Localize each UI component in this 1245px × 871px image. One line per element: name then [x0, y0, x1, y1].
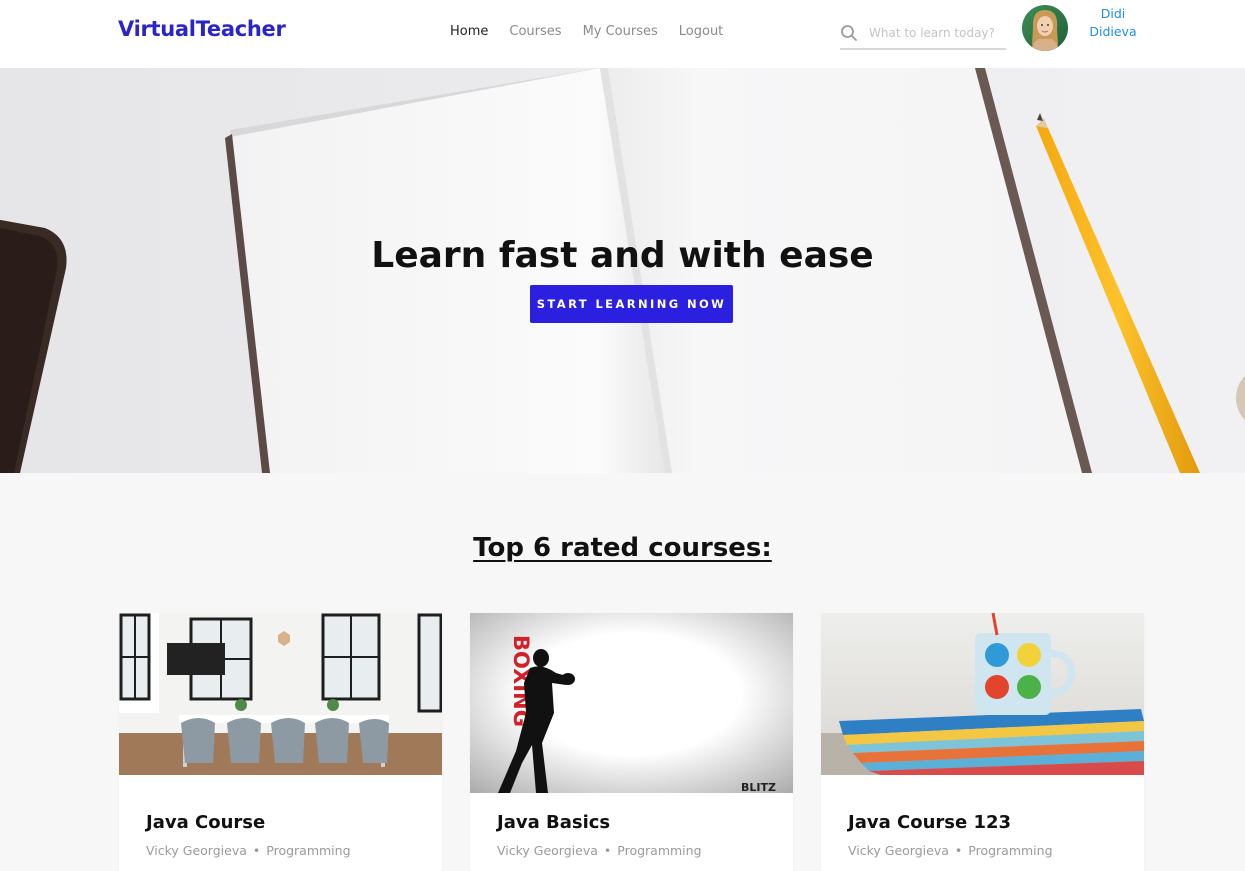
course-teacher: Vicky Georgieva [146, 843, 247, 858]
course-category: Programming [968, 843, 1053, 858]
hero-title: Learn fast and with ease [371, 235, 874, 276]
section-title: Top 6 rated courses: [0, 533, 1245, 563]
search-input[interactable] [869, 23, 1006, 43]
nav-logout-link[interactable]: Logout [679, 24, 724, 39]
start-learning-button[interactable]: START LEARNING NOW [530, 285, 733, 323]
course-thumbnail[interactable]: BOXING BLITZ [470, 613, 793, 793]
course-card[interactable]: BOXING BLITZ Java Basics Vicky Georgieva… [470, 613, 793, 871]
user-last-name: Didieva [1089, 24, 1137, 39]
course-thumbnail[interactable] [821, 613, 1144, 775]
course-card[interactable]: Java Course Vicky Georgieva • Programming [119, 613, 442, 871]
user-avatar[interactable] [1022, 5, 1068, 51]
books-and-mug-photo [821, 613, 1144, 775]
course-title[interactable]: Java Course 123 [848, 812, 1011, 833]
course-meta: Vicky Georgieva • Programming [146, 843, 351, 858]
search-icon[interactable] [840, 24, 858, 42]
course-category: Programming [266, 843, 351, 858]
brand-logo[interactable]: VirtualTeacher [118, 17, 286, 41]
hero-banner: Learn fast and with ease START LEARNING … [0, 68, 1245, 473]
nav-home-link[interactable]: Home [450, 24, 488, 39]
main-nav: Home Courses My Courses Logout [450, 24, 723, 39]
separator-dot: • [954, 843, 963, 858]
nav-courses-link[interactable]: Courses [509, 24, 561, 39]
user-first-name: Didi [1100, 6, 1126, 21]
course-meta: Vicky Georgieva • Programming [848, 843, 1053, 858]
course-thumbnail[interactable] [119, 613, 442, 775]
course-title[interactable]: Java Basics [497, 812, 610, 833]
user-name-link[interactable]: Didi Didieva [1082, 5, 1144, 41]
nav-my-courses-link[interactable]: My Courses [583, 24, 658, 39]
section-title-text: Top 6 rated courses: [473, 533, 772, 563]
course-category: Programming [617, 843, 702, 858]
separator-dot: • [603, 843, 612, 858]
course-teacher: Vicky Georgieva [497, 843, 598, 858]
course-title[interactable]: Java Course [146, 812, 265, 833]
boxing-poster-photo: BOXING BLITZ [470, 613, 793, 793]
course-card[interactable]: Java Course 123 Vicky Georgieva • Programm… [821, 613, 1144, 871]
course-teacher: Vicky Georgieva [848, 843, 949, 858]
boxing-poster-brand: BLITZ [741, 781, 776, 793]
top-navbar: VirtualTeacher Home Courses My Courses L… [0, 0, 1245, 68]
meeting-room-photo [119, 613, 442, 775]
search-box [840, 20, 1006, 50]
separator-dot: • [252, 843, 261, 858]
course-meta: Vicky Georgieva • Programming [497, 843, 702, 858]
